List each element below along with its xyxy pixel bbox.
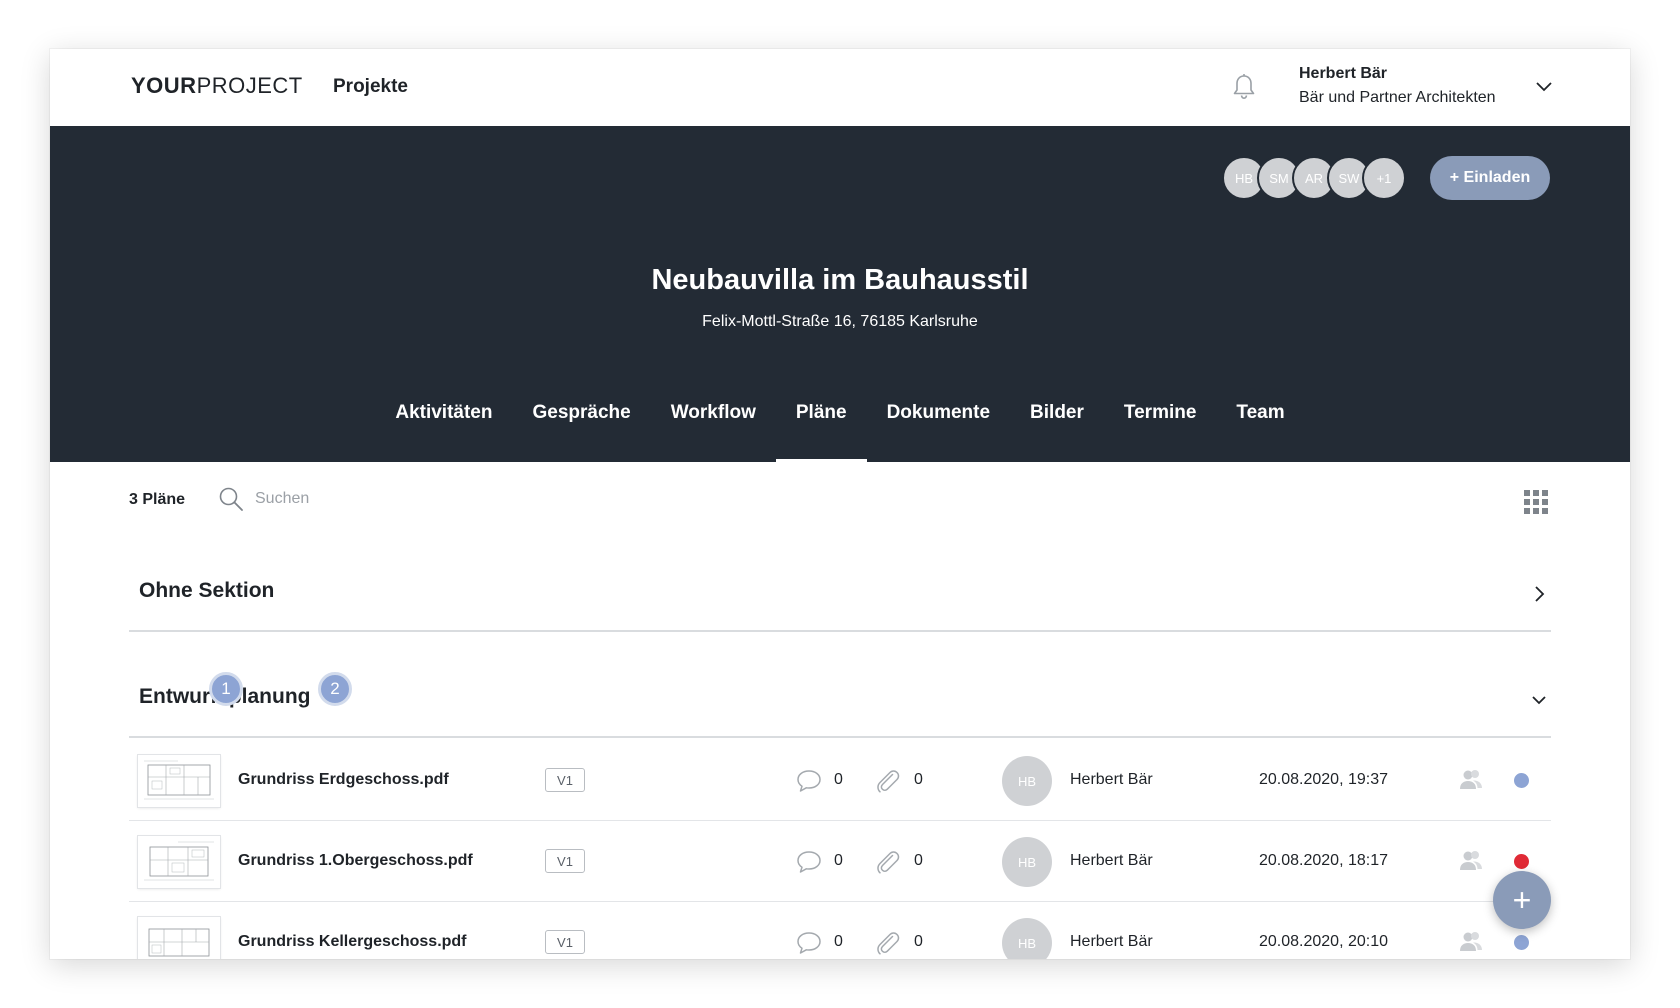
- tab-termine[interactable]: Termine: [1104, 394, 1217, 462]
- search-input[interactable]: [255, 484, 555, 514]
- logo-light: PROJECT: [196, 73, 303, 98]
- upload-date: 20.08.2020, 20:10: [1259, 933, 1389, 950]
- nav-projects-link[interactable]: Projekte: [333, 76, 408, 98]
- author-avatar[interactable]: HB: [1002, 756, 1052, 806]
- annotation-marker: 1: [209, 672, 243, 706]
- chevron-down-icon[interactable]: [1535, 79, 1553, 93]
- top-bar: YOURPROJECT Projekte Herbert Bär Bär und…: [50, 49, 1630, 126]
- plans-count: 3 Pläne: [129, 491, 186, 508]
- add-plan-button[interactable]: +: [1493, 871, 1551, 929]
- floorplan-thumbnail-image: [144, 760, 214, 800]
- section-title: Ohne Sektion: [139, 579, 275, 602]
- invite-button[interactable]: + Einladen: [1430, 156, 1550, 200]
- grid-view-icon[interactable]: [1523, 489, 1549, 515]
- users-share-icon[interactable]: [1457, 929, 1485, 955]
- tab-aktivitaeten[interactable]: Aktivitäten: [375, 394, 512, 462]
- tab-gespraeche[interactable]: Gespräche: [512, 394, 650, 462]
- tab-plaene[interactable]: Pläne: [775, 394, 867, 462]
- floorplan-thumbnail-image: [148, 928, 210, 957]
- plan-file-name[interactable]: Grundriss Kellergeschoss.pdf: [238, 933, 467, 951]
- annotation-marker: 2: [318, 672, 352, 706]
- plan-thumbnail[interactable]: [138, 836, 220, 888]
- tab-team[interactable]: Team: [1216, 394, 1304, 462]
- comment-count: 0: [834, 771, 843, 788]
- status-dot: [1514, 773, 1529, 788]
- project-header: HB SM AR SW +1 + Einladen Neubauvilla im…: [50, 126, 1630, 462]
- plan-row[interactable]: Grundriss 1.Obergeschoss.pdf V1 0 0 HB H…: [129, 821, 1551, 902]
- author-name: Herbert Bär: [1070, 852, 1153, 869]
- user-organization[interactable]: Bär und Partner Architekten: [1299, 89, 1496, 107]
- plan-thumbnail[interactable]: [138, 917, 220, 959]
- version-badge[interactable]: V1: [545, 768, 585, 792]
- plan-file-name[interactable]: Grundriss 1.Obergeschoss.pdf: [238, 852, 473, 870]
- plan-thumbnail[interactable]: [138, 755, 220, 807]
- status-dot: [1514, 854, 1529, 869]
- project-address: Felix-Mottl-Straße 16, 76185 Karlsruhe: [702, 313, 978, 330]
- logo-bold: YOUR: [131, 73, 197, 98]
- attachment-count: 0: [914, 852, 923, 869]
- comment-icon[interactable]: [795, 930, 823, 956]
- tab-workflow[interactable]: Workflow: [651, 394, 776, 462]
- plan-row[interactable]: Grundriss Kellergeschoss.pdf V1 0 0 HB H…: [129, 902, 1551, 959]
- chevron-down-icon[interactable]: [1531, 691, 1547, 709]
- section-ohne-sektion[interactable]: Ohne Sektion: [129, 557, 1551, 632]
- users-share-icon[interactable]: [1457, 767, 1485, 793]
- comment-icon[interactable]: [795, 849, 823, 875]
- plans-toolbar: 3 Pläne: [50, 462, 1630, 542]
- member-avatars[interactable]: HB SM AR SW +1: [1222, 156, 1412, 200]
- more-members-avatar[interactable]: +1: [1362, 156, 1406, 200]
- plan-row[interactable]: Grundriss Erdgeschoss.pdf V1 0 0 HB Herb…: [129, 740, 1551, 821]
- tab-bilder[interactable]: Bilder: [1010, 394, 1104, 462]
- floorplan-thumbnail-image: [144, 841, 214, 881]
- version-badge[interactable]: V1: [545, 849, 585, 873]
- upload-date: 20.08.2020, 18:17: [1259, 852, 1389, 869]
- author-avatar[interactable]: HB: [1002, 837, 1052, 887]
- paperclip-icon[interactable]: [874, 848, 902, 876]
- author-avatar[interactable]: HB: [1002, 918, 1052, 959]
- author-name: Herbert Bär: [1070, 771, 1153, 788]
- comment-icon[interactable]: [795, 768, 823, 794]
- comment-count: 0: [834, 933, 843, 950]
- attachment-count: 0: [914, 933, 923, 950]
- author-name: Herbert Bär: [1070, 933, 1153, 950]
- paperclip-icon[interactable]: [874, 929, 902, 957]
- project-title: Neubauvilla im Bauhausstil: [651, 264, 1029, 296]
- bell-icon[interactable]: [1231, 73, 1257, 101]
- logo[interactable]: YOURPROJECT: [131, 73, 303, 99]
- search-icon: [219, 487, 243, 511]
- chevron-right-icon[interactable]: [1531, 585, 1547, 603]
- upload-date: 20.08.2020, 19:37: [1259, 771, 1389, 788]
- app-window: YOURPROJECT Projekte Herbert Bär Bär und…: [50, 49, 1630, 959]
- user-name[interactable]: Herbert Bär: [1299, 65, 1387, 83]
- project-tabs: Aktivitäten Gespräche Workflow Pläne Dok…: [50, 394, 1630, 462]
- tab-dokumente[interactable]: Dokumente: [867, 394, 1010, 462]
- paperclip-icon[interactable]: [874, 767, 902, 795]
- comment-count: 0: [834, 852, 843, 869]
- status-dot: [1514, 935, 1529, 950]
- users-share-icon[interactable]: [1457, 848, 1485, 874]
- version-badge[interactable]: V1: [545, 930, 585, 954]
- plan-file-name[interactable]: Grundriss Erdgeschoss.pdf: [238, 771, 449, 789]
- attachment-count: 0: [914, 771, 923, 788]
